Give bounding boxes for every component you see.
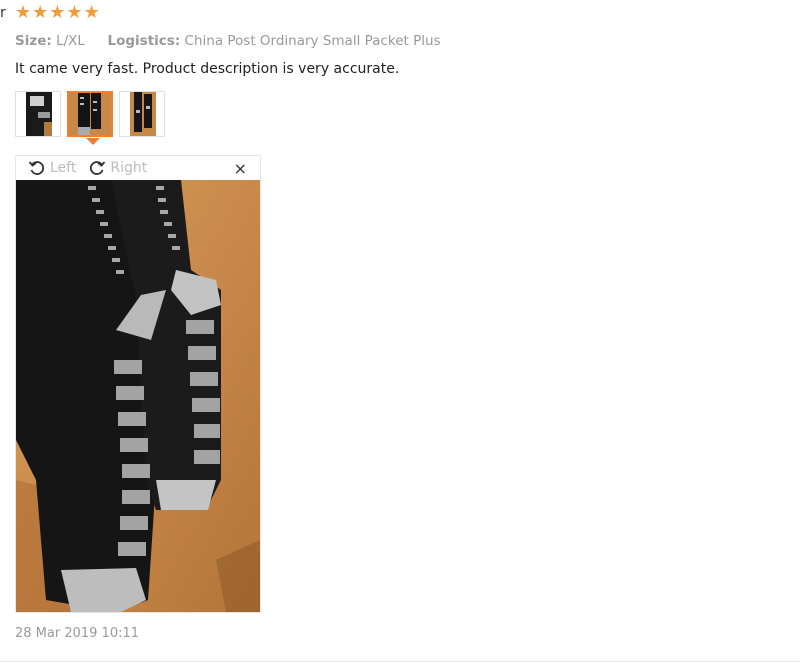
review-thumbnail-selected[interactable] bbox=[67, 91, 113, 137]
star-icon: ★ bbox=[15, 2, 32, 23]
rotate-left-icon bbox=[28, 161, 45, 175]
star-rating: ★ ★ ★ ★ ★ bbox=[15, 4, 100, 22]
divider bbox=[0, 661, 800, 662]
review-text: It came very fast. Product description i… bbox=[15, 61, 400, 77]
rotate-left-label: Left bbox=[50, 160, 77, 176]
star-icon: ★ bbox=[32, 2, 49, 23]
logistics-label: Logistics: bbox=[107, 33, 181, 49]
star-icon: ★ bbox=[66, 2, 83, 23]
image-viewer: Left Right × bbox=[15, 155, 261, 613]
review-date: 28 Mar 2019 10:11 bbox=[15, 626, 140, 641]
review-photo bbox=[16, 180, 260, 612]
rotate-right-icon bbox=[90, 161, 106, 175]
logistics-value: China Post Ordinary Small Packet Plus bbox=[184, 33, 441, 49]
close-icon[interactable]: × bbox=[234, 159, 247, 178]
rotate-right-button[interactable]: Right bbox=[88, 159, 147, 177]
size-value: L/XL bbox=[56, 33, 85, 49]
review-attributes: Size: L/XL Logistics: China Post Ordinar… bbox=[15, 33, 441, 49]
reviewer-name: r bbox=[0, 5, 6, 21]
rotate-left-button[interactable]: Left bbox=[28, 159, 76, 177]
selected-thumbnail-pointer bbox=[86, 138, 100, 145]
review-thumbnail[interactable] bbox=[15, 91, 61, 137]
review-thumbnail[interactable] bbox=[119, 91, 165, 137]
rotate-right-label: Right bbox=[110, 160, 148, 176]
thumbnail-strip bbox=[15, 91, 165, 137]
viewer-toolbar: Left Right × bbox=[16, 156, 260, 180]
star-icon: ★ bbox=[83, 2, 100, 23]
size-label: Size: bbox=[15, 33, 52, 49]
star-icon: ★ bbox=[49, 2, 66, 23]
